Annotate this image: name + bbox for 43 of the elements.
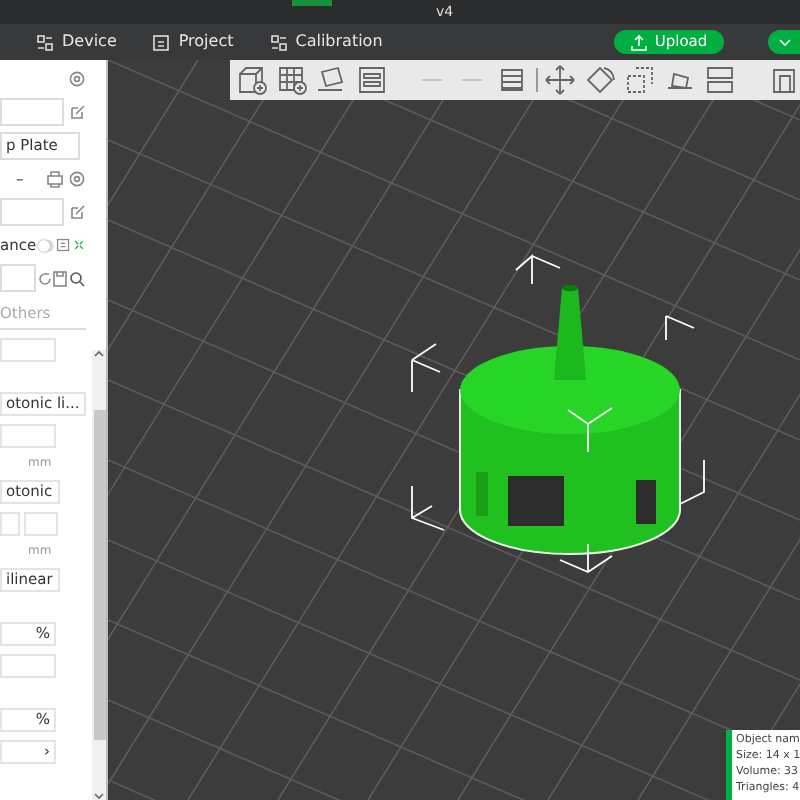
split-icon[interactable]	[704, 64, 737, 96]
model-drawing[interactable]	[459, 284, 681, 555]
list-icon[interactable]	[55, 236, 70, 254]
nav-tab[interactable]: Calibration	[269, 30, 383, 54]
settings-icon[interactable]	[68, 170, 86, 188]
nav-tab[interactable]: Project	[152, 30, 234, 54]
window-indicator	[292, 0, 332, 6]
scroll-thumb[interactable]	[93, 410, 105, 740]
printer-icon[interactable]	[46, 170, 64, 188]
process-field[interactable]	[0, 264, 36, 292]
scale-icon[interactable]	[624, 64, 657, 96]
setting-field[interactable]	[0, 653, 56, 678]
setting-field[interactable]	[0, 423, 56, 448]
upload-icon[interactable]	[630, 33, 649, 51]
setting-field[interactable]	[0, 511, 20, 536]
select-field[interactable]	[0, 198, 64, 226]
rotate-icon[interactable]	[584, 64, 617, 96]
scroll-up-icon[interactable]	[94, 350, 104, 358]
edit-icon[interactable]	[68, 103, 86, 121]
toggle-switch[interactable]	[38, 239, 54, 251]
move-icon[interactable]	[544, 64, 577, 96]
cut-icon[interactable]	[768, 64, 800, 96]
tab-icon[interactable]	[269, 33, 288, 51]
search-icon[interactable]	[68, 269, 86, 287]
nav-tab[interactable]: Device	[36, 30, 117, 54]
save-icon[interactable]	[52, 269, 68, 287]
arrow-icon[interactable]	[515, 254, 561, 285]
setting-field[interactable]	[0, 337, 56, 362]
add-grid-icon[interactable]	[276, 64, 308, 96]
dropdown-button[interactable]	[768, 30, 800, 54]
setting-field[interactable]	[24, 511, 58, 536]
add-cube-icon[interactable]	[236, 64, 268, 96]
refresh-icon[interactable]	[36, 269, 52, 287]
settings-icon[interactable]	[68, 70, 86, 88]
tab-icon[interactable]	[152, 33, 171, 51]
arrange-icon[interactable]	[356, 64, 388, 96]
edit-icon[interactable]	[68, 203, 86, 221]
compare-icon[interactable]	[71, 236, 87, 254]
orient-icon[interactable]	[316, 64, 348, 96]
tab-icon[interactable]	[36, 33, 54, 51]
layers-icon[interactable]	[495, 64, 528, 96]
scroll-down-icon[interactable]	[94, 792, 104, 800]
select-field[interactable]	[0, 98, 64, 126]
